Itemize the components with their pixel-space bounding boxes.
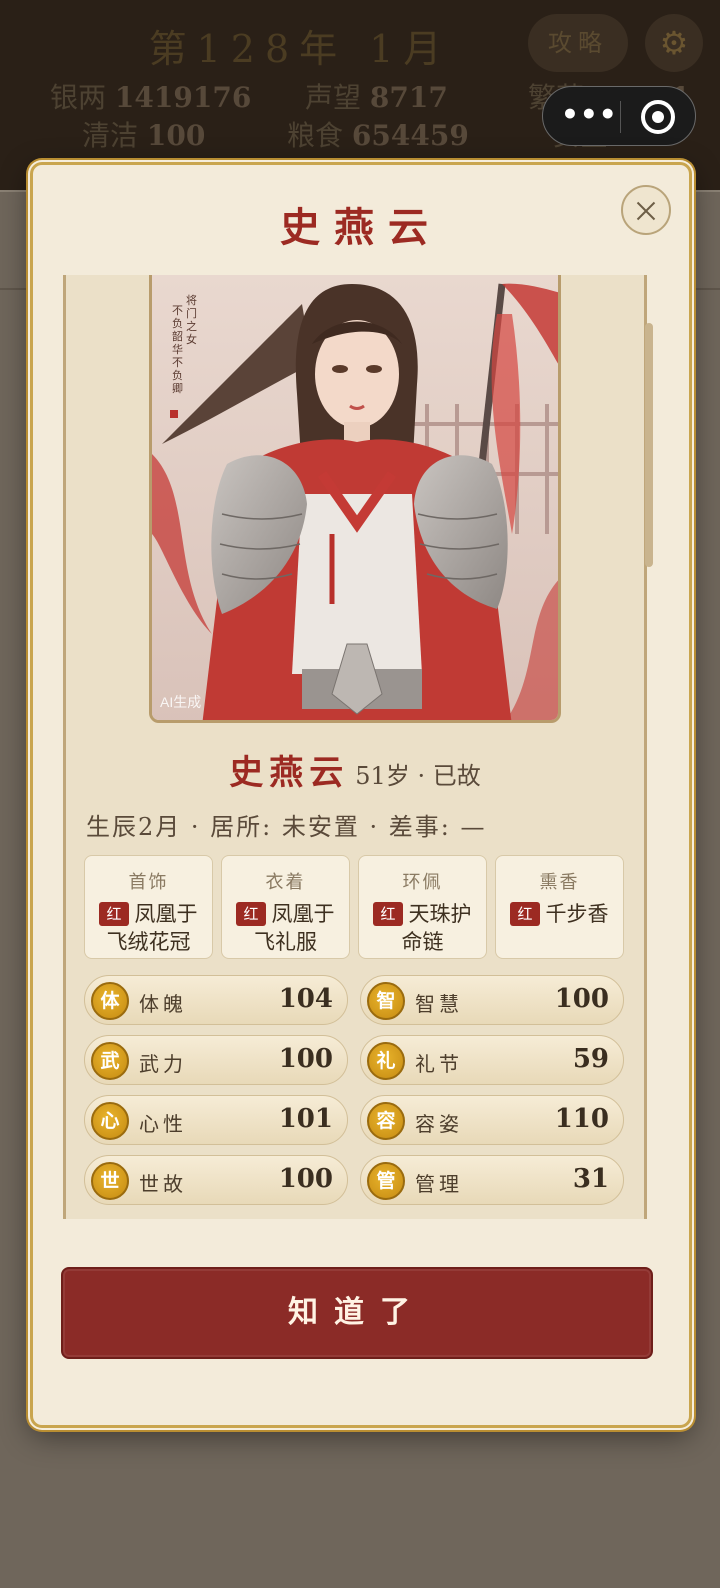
- quality-badge: 红: [510, 902, 540, 926]
- settings-gear-icon[interactable]: ⚙: [645, 14, 703, 72]
- attr-label: 礼节: [415, 1052, 463, 1076]
- game-date: 第128年 1月: [148, 27, 452, 71]
- equip-slot-jewelry[interactable]: 首饰 红凤凰于飞绒花冠: [84, 855, 213, 959]
- attr-management: 管 管理 31: [360, 1155, 624, 1205]
- equip-slot-clothing[interactable]: 衣着 红凤凰于飞礼服: [221, 855, 350, 959]
- character-name: 史燕云: [229, 753, 350, 793]
- attr-temperament: 心 心性 101: [84, 1095, 348, 1145]
- attr-icon: 智: [367, 982, 405, 1020]
- attr-value: 110: [554, 1104, 609, 1134]
- attr-icon: 武: [91, 1042, 129, 1080]
- attr-value: 104: [278, 984, 333, 1014]
- portrait-illustration: 将门之女 不负韶华不负卿: [152, 275, 558, 720]
- equipment-list: 首饰 红凤凰于飞绒花冠 衣着 红凤凰于飞礼服 环佩 红天珠护命链 熏香 红千步香: [84, 855, 624, 959]
- miniprogram-capsule: •••: [542, 86, 696, 146]
- attr-label: 世故: [139, 1172, 187, 1196]
- attr-physique: 体 体魄 104: [84, 975, 348, 1025]
- attr-label: 武力: [139, 1052, 187, 1076]
- ai-generated-tag: AI生成: [160, 694, 202, 710]
- attr-appearance: 容 容姿 110: [360, 1095, 624, 1145]
- modal-scroll-content[interactable]: 将门之女 不负韶华不负卿 AI生成 史燕云 51岁 · 已故 生辰2月 · 居所:…: [63, 275, 647, 1219]
- attr-etiquette: 礼 礼节 59: [360, 1035, 624, 1085]
- attr-value: 100: [278, 1044, 333, 1074]
- attr-label: 容姿: [415, 1112, 463, 1136]
- attr-worldliness: 世 世故 100: [84, 1155, 348, 1205]
- stat-reputation: 声望 8717: [305, 81, 448, 114]
- equip-slot-label: 衣着: [265, 872, 306, 893]
- attr-value: 31: [572, 1164, 609, 1194]
- capsule-divider: [620, 101, 621, 133]
- character-age-status: 51岁 · 已故: [355, 762, 481, 790]
- equip-slot-pendant[interactable]: 环佩 红天珠护命链: [358, 855, 487, 959]
- attr-martial: 武 武力 100: [84, 1035, 348, 1085]
- close-miniprogram-icon[interactable]: [641, 100, 675, 134]
- equip-slot-label: 熏香: [539, 872, 580, 893]
- attr-value: 59: [572, 1044, 609, 1074]
- attr-value: 100: [554, 984, 609, 1014]
- attr-value: 100: [278, 1164, 333, 1194]
- equip-slot-incense[interactable]: 熏香 红千步香: [495, 855, 624, 959]
- quality-badge: 红: [99, 902, 129, 926]
- quality-badge: 红: [373, 902, 403, 926]
- attr-icon: 体: [91, 982, 129, 1020]
- character-portrait: 将门之女 不负韶华不负卿 AI生成: [149, 275, 561, 723]
- attr-label: 心性: [139, 1112, 187, 1136]
- equip-slot-label: 环佩: [402, 872, 443, 893]
- equip-item-name: 凤凰于飞礼服: [254, 902, 335, 954]
- stat-cleanliness: 清洁 100: [82, 119, 206, 152]
- stat-silver: 银两 1419176: [50, 81, 252, 114]
- attr-wisdom: 智 智慧 100: [360, 975, 624, 1025]
- character-name-line: 史燕云 51岁 · 已故: [66, 745, 644, 794]
- attr-icon: 容: [367, 1102, 405, 1140]
- attr-icon: 礼: [367, 1042, 405, 1080]
- equip-item-name: 天珠护命链: [401, 902, 472, 954]
- attr-icon: 心: [91, 1102, 129, 1140]
- attr-label: 体魄: [139, 992, 187, 1016]
- scrollbar[interactable]: [645, 323, 653, 567]
- stat-food: 粮食 654459: [287, 119, 469, 152]
- modal-title: 史燕云: [280, 204, 442, 251]
- close-icon[interactable]: [621, 185, 671, 235]
- attr-icon: 管: [367, 1162, 405, 1200]
- attr-value: 101: [278, 1104, 333, 1134]
- confirm-button[interactable]: 知道了: [61, 1267, 653, 1359]
- more-menu-icon[interactable]: •••: [561, 100, 617, 130]
- guide-button[interactable]: 攻略: [528, 14, 628, 72]
- character-info-line: 生辰2月 · 居所: 未安置 · 差事: —: [86, 813, 487, 841]
- quality-badge: 红: [236, 902, 266, 926]
- equip-item-name: 千步香: [545, 902, 609, 926]
- attr-icon: 世: [91, 1162, 129, 1200]
- character-detail-modal: 史燕云 将门之女 不负韶华不负卿 AI生成 史燕云 51岁 · 已故 生辰2月 …: [30, 162, 692, 1428]
- equip-slot-label: 首饰: [128, 872, 169, 893]
- attr-label: 智慧: [415, 992, 463, 1016]
- attr-label: 管理: [415, 1172, 463, 1196]
